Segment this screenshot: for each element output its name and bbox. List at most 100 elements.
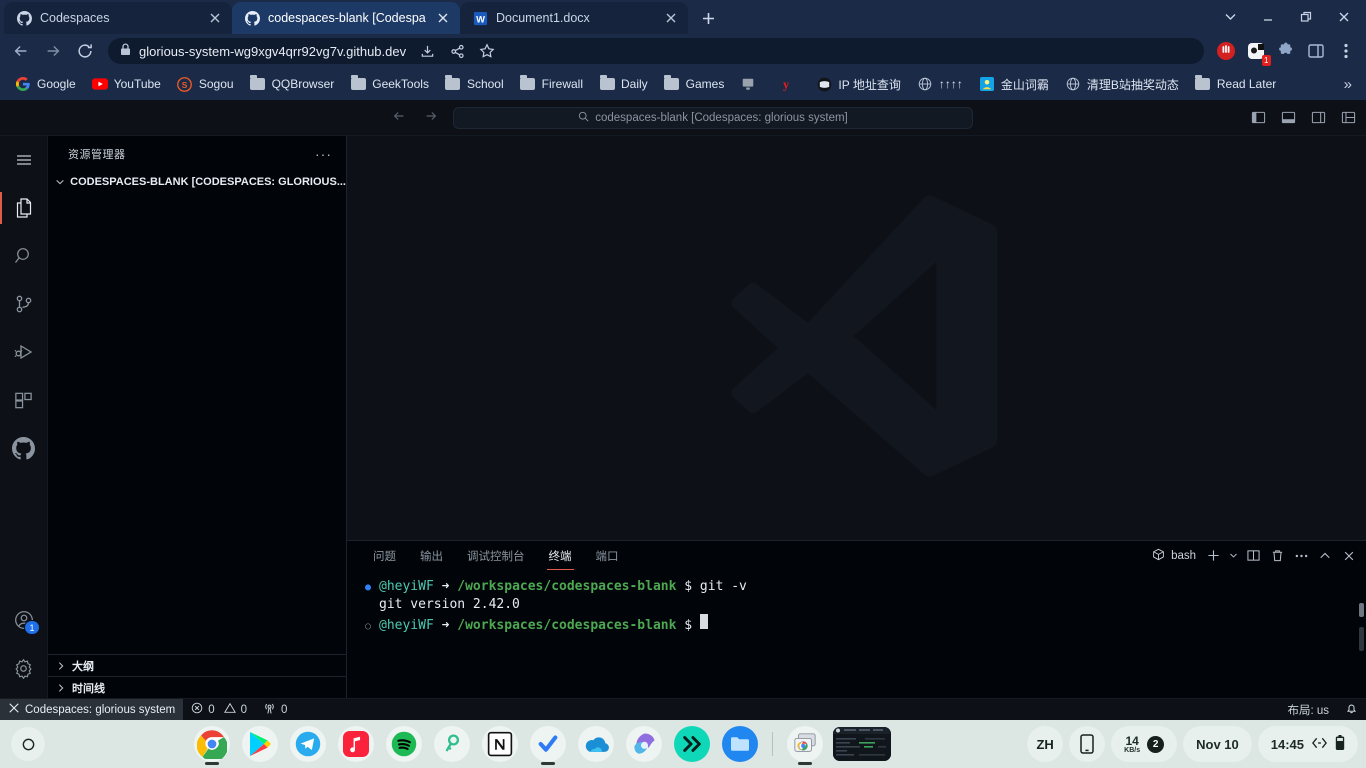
bookmark-daily[interactable]: Daily <box>592 73 655 95</box>
settings-gear-icon[interactable] <box>0 644 48 692</box>
taskbar-app-notion[interactable] <box>478 722 522 766</box>
terminal-output[interactable]: ● @heyiWF ➜ /workspaces/codespaces-blank … <box>347 570 1366 698</box>
back-arrow-icon[interactable] <box>392 109 406 126</box>
explorer-icon[interactable] <box>0 184 48 232</box>
taskbar-home[interactable] <box>0 727 56 761</box>
reload-icon[interactable] <box>70 36 100 66</box>
bookmark-kingsoft[interactable]: 金山词霸 <box>972 73 1056 96</box>
folder-root-row[interactable]: CODESPACES-BLANK [CODESPACES: GLORIOUS..… <box>48 171 346 193</box>
bookmark-firewall[interactable]: Firewall <box>513 73 590 95</box>
new-terminal-icon[interactable] <box>1202 545 1224 567</box>
bookmark-yandex[interactable]: у <box>771 73 807 95</box>
customize-layout-icon[interactable] <box>1336 107 1360 129</box>
remote-indicator[interactable]: Codespaces: glorious system <box>0 698 184 721</box>
sidebar-section-outline[interactable]: 大纲 <box>48 654 346 676</box>
tray-network-speed[interactable]: 14 KB/s 2 <box>1111 726 1178 762</box>
bookmark-bilibili-cleanup[interactable]: 清理B站抽奖动态 <box>1058 73 1186 96</box>
bookmark-school[interactable]: School <box>438 73 511 95</box>
bookmark-read-later[interactable]: Read Later <box>1188 73 1283 95</box>
puzzle-icon[interactable] <box>1272 37 1300 65</box>
forward-arrow-icon[interactable] <box>424 109 438 126</box>
more-actions-icon[interactable] <box>1290 545 1312 567</box>
close-icon[interactable] <box>434 9 452 27</box>
taskbar-app-apple-music[interactable] <box>334 722 378 766</box>
source-control-icon[interactable] <box>0 280 48 328</box>
toggle-panel-icon[interactable] <box>1276 107 1300 129</box>
tab-debug-console[interactable]: 调试控制台 <box>455 541 537 570</box>
bookmarks-overflow-button[interactable]: » <box>1338 76 1358 93</box>
tray-date[interactable]: Nov 10 <box>1183 726 1252 762</box>
taskbar-app-google-play[interactable] <box>238 722 282 766</box>
terminal-scrollbar-marker[interactable] <box>1359 603 1364 617</box>
side-panel-icon[interactable] <box>1302 37 1330 65</box>
taskbar-recent-chrome-windows[interactable] <box>783 722 827 766</box>
run-and-debug-icon[interactable] <box>0 328 48 376</box>
close-icon[interactable] <box>1326 2 1362 32</box>
status-problems[interactable]: 0 0 <box>183 699 255 721</box>
terminal-scrollbar-thumb[interactable] <box>1359 627 1364 651</box>
status-keyboard-layout[interactable]: 布局: us <box>1279 699 1337 721</box>
taskbar-app-microsoft-copilot[interactable] <box>622 722 666 766</box>
maximize-panel-icon[interactable] <box>1314 545 1336 567</box>
status-notifications[interactable] <box>1337 699 1366 721</box>
forward-arrow-icon[interactable] <box>38 36 68 66</box>
command-center[interactable]: codespaces-blank [Codespaces: glorious s… <box>453 107 973 129</box>
taskbar-app-files[interactable] <box>718 722 762 766</box>
new-tab-button[interactable] <box>694 4 722 32</box>
close-icon[interactable] <box>206 9 224 27</box>
sidebar-section-timeline[interactable]: 时间线 <box>48 676 346 698</box>
more-vert-icon[interactable] <box>1332 37 1360 65</box>
tab-terminal[interactable]: 终端 <box>537 541 584 570</box>
taskbar-app-spotify[interactable] <box>382 722 426 766</box>
phone-link-icon[interactable] <box>1069 726 1106 762</box>
sidebar-more-actions-icon[interactable]: ··· <box>309 146 338 162</box>
bookmark-qqbrowser[interactable]: QQBrowser <box>243 73 342 95</box>
browser-tab-document1[interactable]: W Document1.docx <box>460 2 688 34</box>
back-arrow-icon[interactable] <box>6 36 36 66</box>
share-icon[interactable] <box>444 38 470 64</box>
taskbar-app-telegram[interactable] <box>286 722 330 766</box>
close-panel-icon[interactable] <box>1338 545 1360 567</box>
terminal-shell-selector[interactable]: bash <box>1152 548 1200 564</box>
bookmark-arrows[interactable]: ↑↑↑↑ <box>910 73 970 95</box>
taskbar-app-todoist[interactable] <box>526 722 570 766</box>
status-ports[interactable]: 0 <box>255 699 295 721</box>
tab-output[interactable]: 输出 <box>408 541 455 570</box>
taskbar-recent-terminal-preview[interactable] <box>831 722 893 766</box>
bookmark-sogou[interactable]: S Sogou <box>170 73 241 95</box>
toggle-secondary-sidebar-icon[interactable] <box>1306 107 1330 129</box>
toggle-primary-sidebar-icon[interactable] <box>1246 107 1270 129</box>
search-icon[interactable] <box>0 232 48 280</box>
bookmark-keyboard[interactable] <box>733 73 769 95</box>
close-icon[interactable] <box>662 9 680 27</box>
bookmark-star-icon[interactable] <box>474 38 500 64</box>
bookmark-geektools[interactable]: GeekTools <box>343 73 436 95</box>
tab-ports[interactable]: 端口 <box>584 541 631 570</box>
taskbar-app-fast-forward[interactable] <box>670 722 714 766</box>
adblock-icon[interactable] <box>1212 37 1240 65</box>
bookmark-google[interactable]: Google <box>8 73 83 95</box>
kill-terminal-icon[interactable] <box>1266 545 1288 567</box>
browser-tab-codespaces-blank[interactable]: codespaces-blank [Codespaces <box>232 2 460 34</box>
address-bar[interactable]: glorious-system-wg9xgv4qrr92vg7v.github.… <box>108 38 1204 64</box>
bookmark-ip-lookup[interactable]: IP 地址查询 <box>809 73 907 96</box>
split-terminal-icon[interactable] <box>1242 545 1264 567</box>
taskbar-app-onedrive[interactable] <box>574 722 618 766</box>
extension-badge-icon[interactable]: 1 <box>1242 37 1271 66</box>
terminal-profile-chevron-icon[interactable] <box>1226 545 1240 567</box>
extensions-icon[interactable] <box>0 376 48 424</box>
minimize-icon[interactable] <box>1250 2 1286 32</box>
browser-tab-codespaces[interactable]: Codespaces <box>4 2 232 34</box>
bookmark-games[interactable]: Games <box>657 73 732 95</box>
restore-icon[interactable] <box>1288 2 1324 32</box>
bookmark-youtube[interactable]: YouTube <box>85 73 168 95</box>
menu-icon[interactable] <box>0 136 48 184</box>
tray-clock-status[interactable]: 14:45 <box>1257 726 1358 762</box>
home-circle-icon[interactable] <box>11 727 45 761</box>
tray-language[interactable]: ZH <box>1027 726 1064 762</box>
tab-problems[interactable]: 问题 <box>361 541 408 570</box>
chevron-down-icon[interactable] <box>1212 2 1248 32</box>
github-icon[interactable] <box>0 424 48 472</box>
download-icon[interactable] <box>414 38 440 64</box>
taskbar-app-chrome[interactable] <box>190 722 234 766</box>
